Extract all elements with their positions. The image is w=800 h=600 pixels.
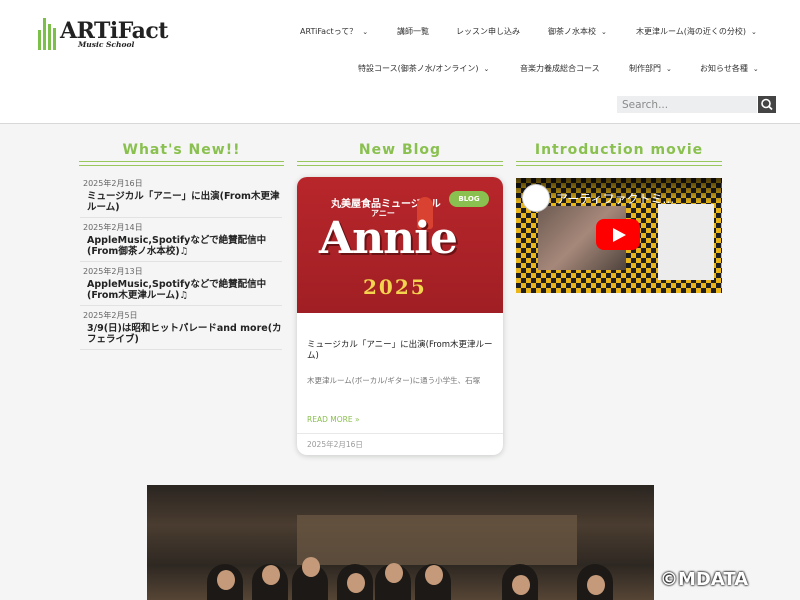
news-item: 2025年2月13日 AppleMusic,Spotifyなどで絶賛配信中(Fr…: [80, 266, 282, 306]
news-link[interactable]: AppleMusic,Spotifyなどで絶賛配信中(From御茶ノ水本校)♫: [87, 235, 266, 257]
photo-face: [347, 573, 365, 593]
nav-item-label: 音楽力養成総合コース: [520, 64, 600, 73]
search-icon: [761, 98, 773, 111]
read-more-link[interactable]: READ MORE »: [307, 415, 360, 424]
news-link[interactable]: AppleMusic,Spotifyなどで絶賛配信中(From木更津ルーム)♫: [87, 279, 266, 301]
blog-card-excerpt: 木更津ルーム(ボーカル/ギター)に通う小学生、石塚: [307, 376, 481, 385]
site-header: ARTiFact Music School ARTiFactって？ ⌄ 講師一覧 …: [0, 0, 800, 124]
nav-item-teachers[interactable]: 講師一覧: [397, 26, 429, 37]
nav-item-special-course[interactable]: 特設コース(御茶ノ水/オンライン) ⌄: [358, 63, 489, 74]
search-input[interactable]: [617, 96, 757, 113]
image-title: Annie: [319, 213, 458, 264]
blog-card-title[interactable]: ミュージカル「アニー」に出演(From木更津ルーム): [307, 340, 497, 362]
section-title-intro-movie: Introduction movie: [516, 142, 722, 166]
news-date: 2025年2月16日: [83, 179, 143, 188]
nav-item-label: 御茶ノ水本校: [548, 27, 596, 36]
photo-face: [425, 565, 443, 585]
photo-face: [587, 575, 605, 595]
photo-face: [302, 557, 320, 577]
nav-item-label: 木更津ルーム(海の近くの分校): [636, 27, 747, 36]
news-list: 2025年2月16日 ミュージカル「アニー」に出演(From木更津ルーム) 20…: [80, 178, 282, 354]
site-logo[interactable]: ARTiFact Music School: [38, 16, 168, 58]
news-item: 2025年2月16日 ミュージカル「アニー」に出演(From木更津ルーム): [80, 178, 282, 218]
news-date: 2025年2月14日: [83, 223, 143, 232]
chevron-down-icon: ⌄: [666, 65, 672, 73]
news-link[interactable]: 3/9(日)は昭和ヒットパレードand more(カフェライブ): [87, 323, 282, 345]
youtube-embed[interactable]: アーティファクトミ...: [516, 178, 722, 293]
nav-item-general-course[interactable]: 音楽力養成総合コース: [520, 63, 600, 74]
chevron-down-icon: ⌄: [752, 65, 759, 73]
search-button[interactable]: [758, 96, 776, 113]
news-link[interactable]: ミュージカル「アニー」に出演(From木更津ルーム): [87, 191, 279, 213]
channel-avatar[interactable]: [522, 184, 550, 212]
news-item: 2025年2月14日 AppleMusic,Spotifyなどで絶賛配信中(Fr…: [80, 222, 282, 262]
search-bar: [617, 96, 776, 113]
news-title: AppleMusic,Spotifyなどで絶賛配信中(From御茶ノ水本校)♫: [80, 235, 282, 262]
nav-item-lesson-apply[interactable]: レッスン申し込み: [456, 26, 520, 37]
news-title: 3/9(日)は昭和ヒットパレードand more(カフェライブ): [80, 323, 282, 350]
section-title-new-blog: New Blog: [297, 142, 503, 166]
photo-face: [512, 575, 530, 595]
photo-face: [217, 570, 235, 590]
chevron-down-icon: ⌄: [751, 28, 757, 36]
nav-item-label: 講師一覧: [397, 27, 429, 36]
logo-bars-icon: [38, 18, 58, 50]
watermark: ©MDATA: [660, 569, 749, 590]
blog-badge: BLOG: [449, 191, 489, 207]
chevron-down-icon: ⌄: [362, 28, 369, 36]
photo-wall: [297, 515, 577, 565]
group-photo: [147, 485, 654, 600]
photo-face: [262, 565, 280, 585]
card-divider: [297, 433, 503, 434]
nav-item-label: 制作部門: [629, 64, 661, 73]
news-date: 2025年2月5日: [83, 311, 138, 320]
news-item: 2025年2月5日 3/9(日)は昭和ヒットパレードand more(カフェライ…: [80, 310, 282, 350]
nav-item-label: レッスン申し込み: [456, 27, 520, 36]
nav-item-label: ARTiFactって？: [300, 27, 358, 36]
nav-item-label: 特設コース(御茶ノ水/オンライン): [358, 64, 479, 73]
chevron-down-icon: ⌄: [601, 28, 607, 36]
nav-item-production[interactable]: 制作部門 ⌄: [629, 63, 672, 74]
section-title-whats-new: What's New!!: [79, 142, 284, 166]
video-thumbnail-panel: [658, 204, 714, 280]
nav-item-label: お知らせ各種: [700, 64, 748, 73]
news-date: 2025年2月13日: [83, 267, 143, 276]
play-icon[interactable]: [596, 219, 640, 250]
chevron-down-icon: ⌄: [483, 65, 490, 73]
news-title: ミュージカル「アニー」に出演(From木更津ルーム): [80, 191, 282, 218]
nav-item-kisarazu[interactable]: 木更津ルーム(海の近くの分校) ⌄: [636, 26, 757, 37]
logo-subtitle: Music School: [78, 40, 135, 49]
image-year: 2025: [363, 275, 427, 299]
news-title: AppleMusic,Spotifyなどで絶賛配信中(From木更津ルーム)♫: [80, 279, 282, 306]
photo-face: [385, 563, 403, 583]
blog-card: 丸美屋食品ミュージカル アニー Annie 2025 BLOG ミュージカル「ア…: [297, 177, 503, 455]
nav-item-about[interactable]: ARTiFactって？ ⌄: [300, 26, 368, 37]
nav-item-ochanomizu[interactable]: 御茶ノ水本校 ⌄: [548, 26, 607, 37]
video-title[interactable]: アーティファクトミ...: [556, 190, 674, 207]
blog-card-image[interactable]: 丸美屋食品ミュージカル アニー Annie 2025 BLOG: [297, 177, 503, 313]
blog-card-date: 2025年2月16日: [307, 440, 363, 449]
nav-item-news[interactable]: お知らせ各種 ⌄: [700, 63, 759, 74]
